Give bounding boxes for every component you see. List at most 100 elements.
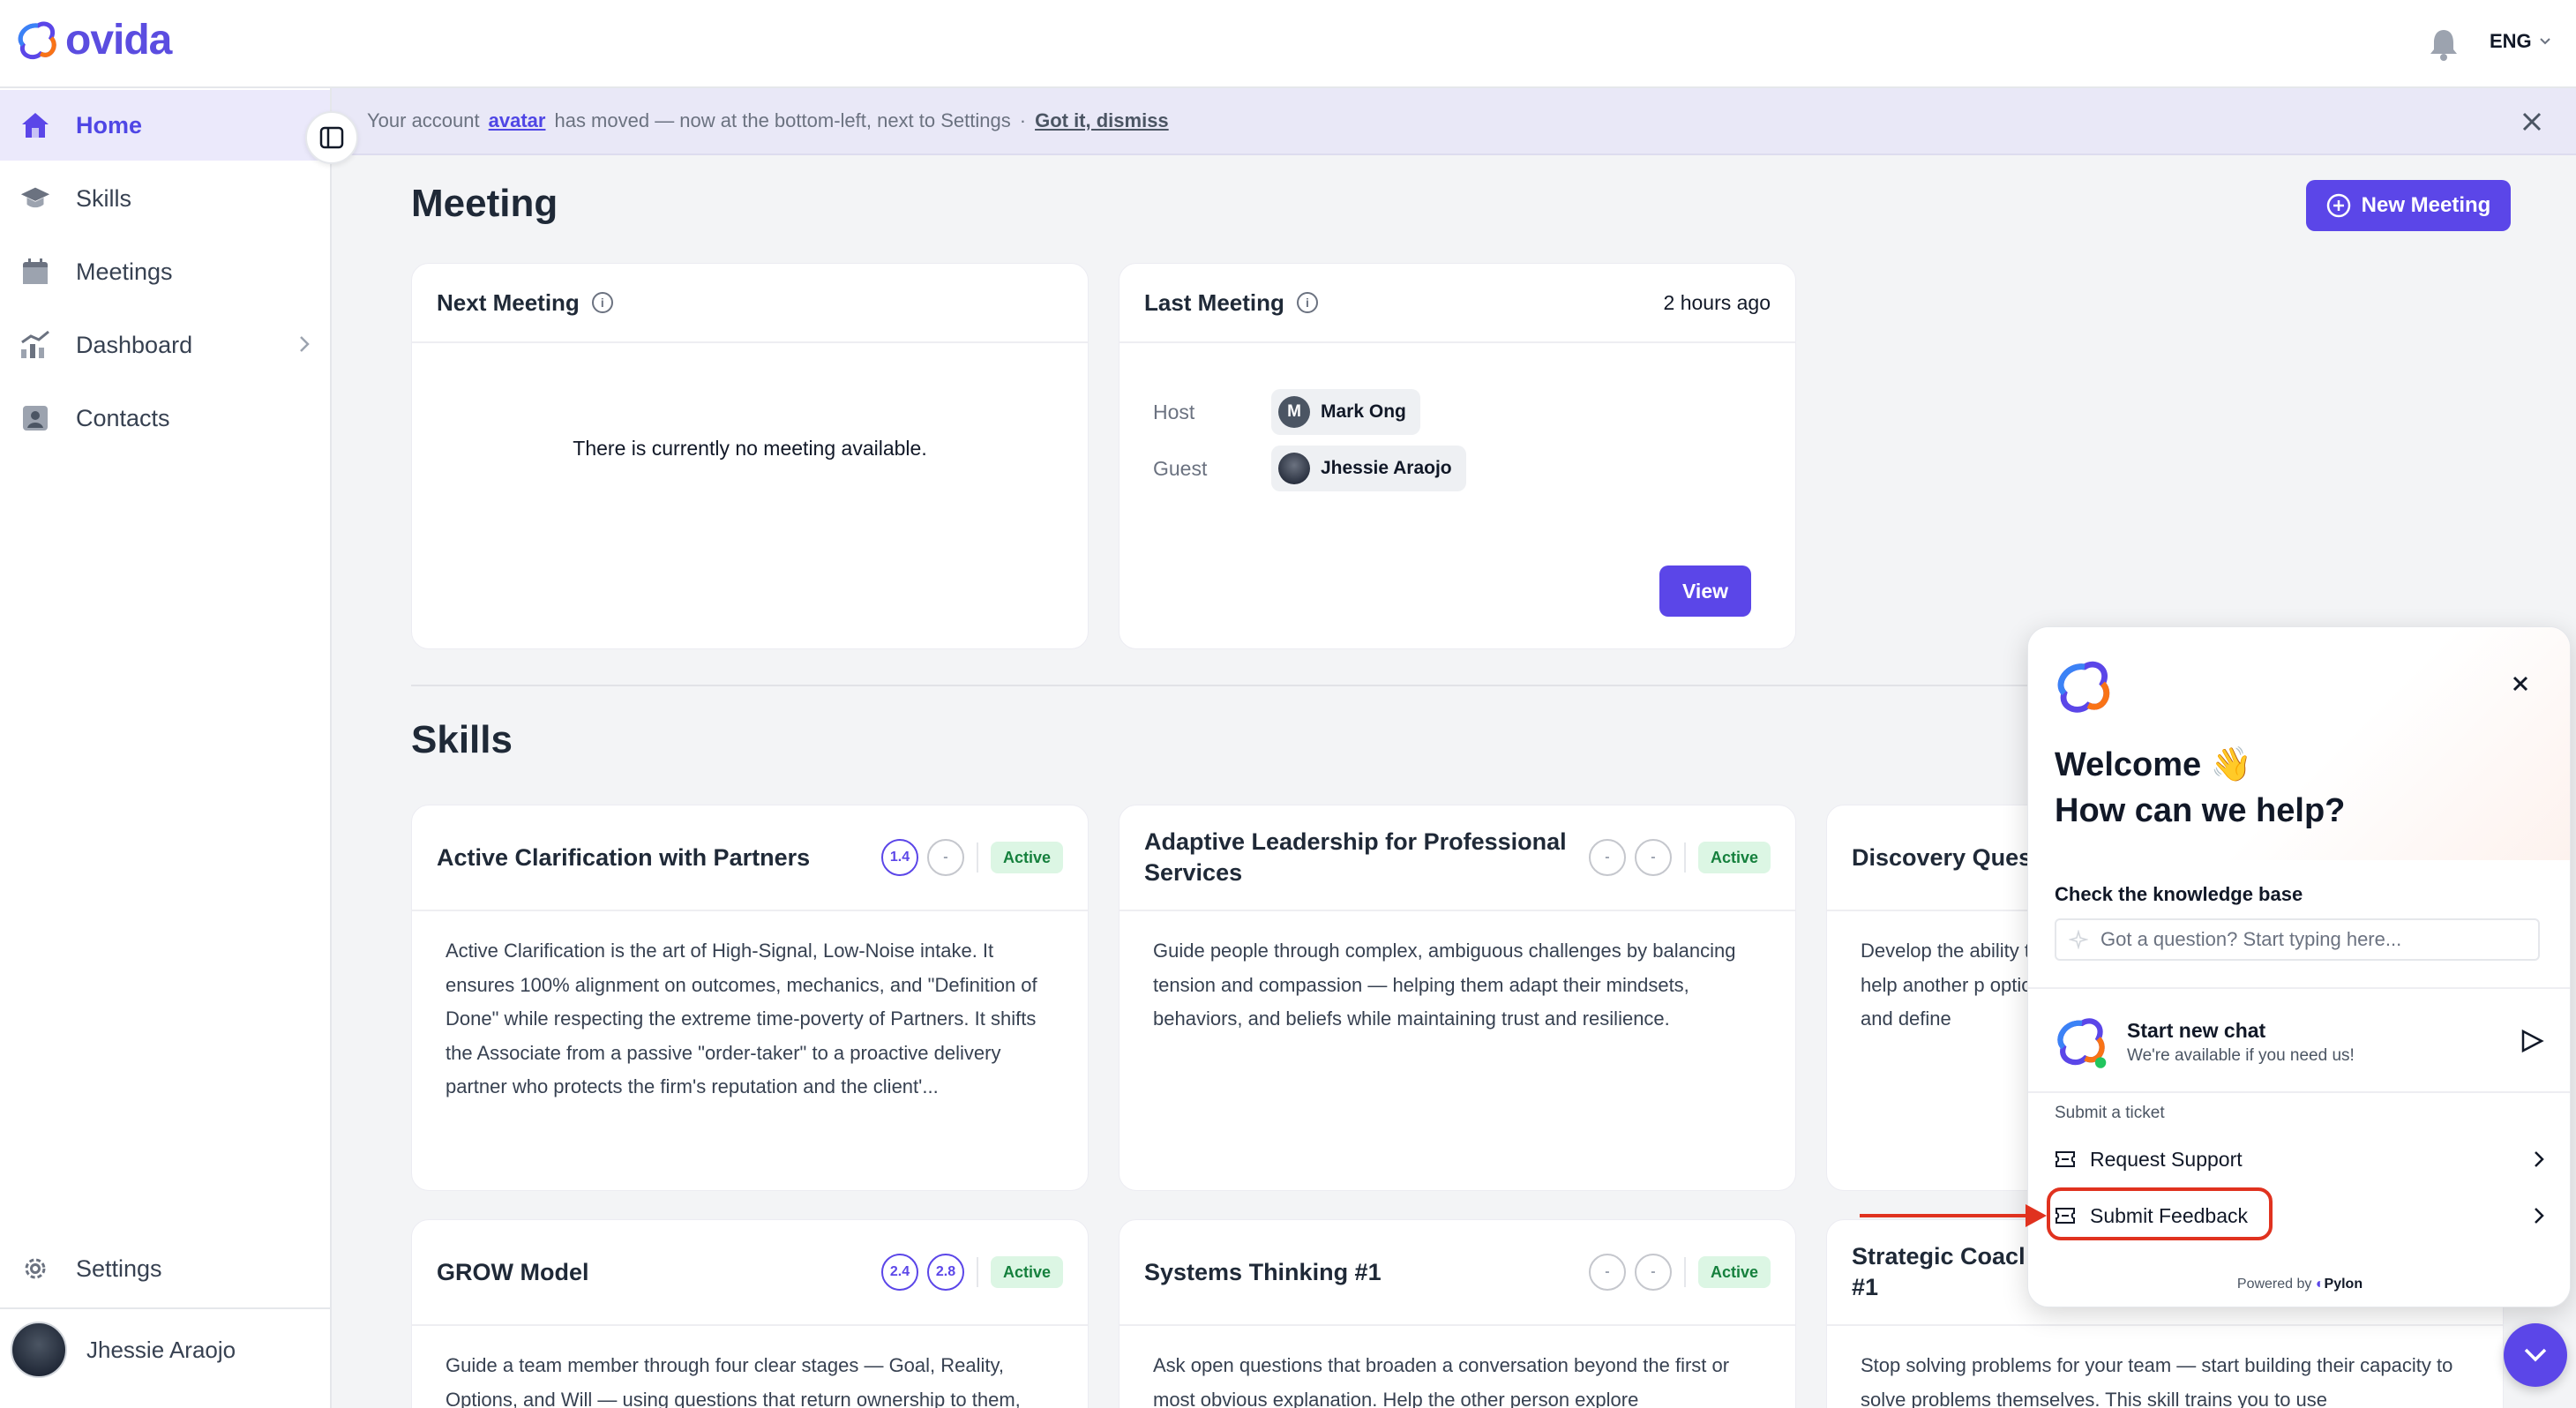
host-row: Host M Mark Ong [1153,389,1420,435]
skill-description: Stop solving problems for your team — st… [1861,1354,2453,1408]
pylon-icon: ◐ [2315,1277,2325,1292]
sidebar-item-label: Skills [76,184,132,212]
chevron-right-icon [300,336,310,352]
search-placeholder: Got a question? Start typing here... [2100,928,2402,950]
guest-chip[interactable]: Jhessie Araojo [1271,446,1466,491]
guest-avatar [1278,453,1310,484]
sidebar-item-meetings[interactable]: Meetings [0,236,330,307]
brand-name: ovida [65,17,172,64]
score-badge: - [926,839,964,876]
ovida-logo[interactable]: ovida [16,16,172,64]
powered-prefix: Powered by [2236,1277,2312,1292]
badge-divider [976,1257,978,1287]
knowledge-base-search-input[interactable]: Got a question? Start typing here... [2055,918,2540,961]
view-meeting-button[interactable]: View [1659,565,1751,617]
request-support-label: Request Support [2090,1147,2243,1171]
skill-name: Systems Thinking #1 [1144,1258,1382,1285]
score-badge: - [1588,1254,1626,1291]
start-chat-row[interactable]: Start new chat We're available if you ne… [2055,1005,2545,1079]
empty-meeting-message: There is currently no meeting available. [573,437,927,460]
sidebar-divider [0,1307,330,1309]
chat-logo-icon [2057,1018,2107,1068]
request-support-row[interactable]: Request Support [2055,1137,2545,1181]
collapse-sidebar-button[interactable] [305,111,358,164]
contact-card-icon [19,402,51,434]
skill-name: Strategic Coacl #1 [1852,1243,2026,1300]
powered-brand: Pylon [2324,1277,2363,1292]
status-badge: Active [990,842,1063,873]
skill-card[interactable]: Systems Thinking #1 - - Active Ask open … [1119,1219,1796,1408]
banner-avatar-link[interactable]: avatar [489,109,546,132]
welcome-heading: Welcome 👋 How can we help? [2055,742,2345,834]
powered-by: Powered by ◐Pylon [2028,1277,2570,1292]
skill-card[interactable]: Active Clarification with Partners 1.4 -… [411,805,1089,1191]
chart-icon [19,329,51,361]
last-meeting-title: Last Meeting [1144,288,1284,316]
account-moved-banner: Your account avatar has moved — now at t… [332,88,2576,155]
annotation-highlight [2047,1187,2273,1240]
status-badge: Active [990,1256,1063,1288]
sidebar: Home Skills Meetings Dashboard Contacts … [0,88,332,1408]
sidebar-toggle-icon [319,126,344,149]
score-badge: 1.4 [880,839,918,876]
close-icon[interactable] [2518,108,2546,136]
skill-card[interactable]: GROW Model 2.4 2.8 Active Guide a team m… [411,1219,1089,1408]
last-meeting-time: 2 hours ago [1663,290,1771,314]
gear-icon [19,1253,51,1284]
host-chip[interactable]: M Mark Ong [1271,389,1420,435]
language-selector[interactable]: ENG [2490,30,2551,53]
top-bar: ovida ENG [0,0,2576,88]
skills-section-title: Skills [411,718,513,761]
notification-bell-icon[interactable] [2428,26,2460,62]
chevron-down-icon [2539,38,2550,45]
sidebar-item-home[interactable]: Home [0,90,330,161]
chevron-right-icon [2535,1151,2544,1167]
info-icon[interactable]: i [591,292,613,313]
sidebar-item-dashboard[interactable]: Dashboard [0,310,330,380]
welcome-subline: How can we help? [2055,792,2346,829]
welcome-line: Welcome 👋 [2055,746,2253,783]
score-badge: - [1634,839,1672,876]
start-chat-subtitle: We're available if you need us! [2127,1045,2355,1065]
sidebar-item-label: Meetings [76,258,173,285]
banner-separator: · [1019,109,1027,131]
status-badge: Active [1697,1256,1771,1288]
sparkle-icon [2069,930,2088,949]
user-name: Jhessie Araojo [86,1336,236,1363]
plus-circle-icon [2326,193,2350,218]
ticket-label: Submit a ticket [2055,1104,2165,1122]
dismiss-link[interactable]: Got it, dismiss [1035,109,1169,132]
ovida-logo-icon [2057,661,2110,713]
user-account[interactable]: Jhessie Araojo [11,1322,236,1378]
banner-message: has moved — now at the bottom-left, next… [554,109,1011,131]
home-icon [19,109,51,141]
host-name: Mark Ong [1321,401,1406,422]
skill-description: Guide people through complex, ambiguous … [1153,940,1736,1030]
close-icon[interactable] [2512,675,2529,693]
sidebar-item-label: Home [76,111,143,139]
chat-launcher-button[interactable] [2504,1323,2567,1387]
score-badge: 2.8 [926,1254,964,1291]
skill-description: Ask open questions that broaden a conver… [1153,1354,1730,1408]
host-avatar: M [1278,396,1310,428]
ovida-logo-icon [18,20,56,59]
guest-row: Guest Jhessie Araojo [1153,446,1466,491]
chevron-down-icon [2524,1348,2547,1362]
start-chat-title: Start new chat [2127,1018,2266,1042]
sidebar-item-skills[interactable]: Skills [0,163,330,234]
graduation-cap-icon [19,183,51,214]
host-label: Host [1153,400,1195,423]
skill-description: Active Clarification is the art of High-… [446,940,1037,1097]
new-meeting-button[interactable]: New Meeting [2306,180,2511,231]
skill-card[interactable]: Adaptive Leadership for Professional Ser… [1119,805,1796,1191]
settings-label: Settings [76,1254,162,1282]
annotation-arrow-head [2026,1204,2047,1227]
sidebar-item-contacts[interactable]: Contacts [0,383,330,453]
next-meeting-card: Next Meeting i There is currently no mee… [411,263,1089,649]
info-icon[interactable]: i [1296,292,1318,313]
badge-divider [1683,1257,1686,1287]
skill-name: Adaptive Leadership for Professional Ser… [1144,828,1567,886]
sidebar-item-settings[interactable]: Settings [0,1233,330,1304]
guest-label: Guest [1153,456,1208,480]
status-badge: Active [1697,842,1771,873]
